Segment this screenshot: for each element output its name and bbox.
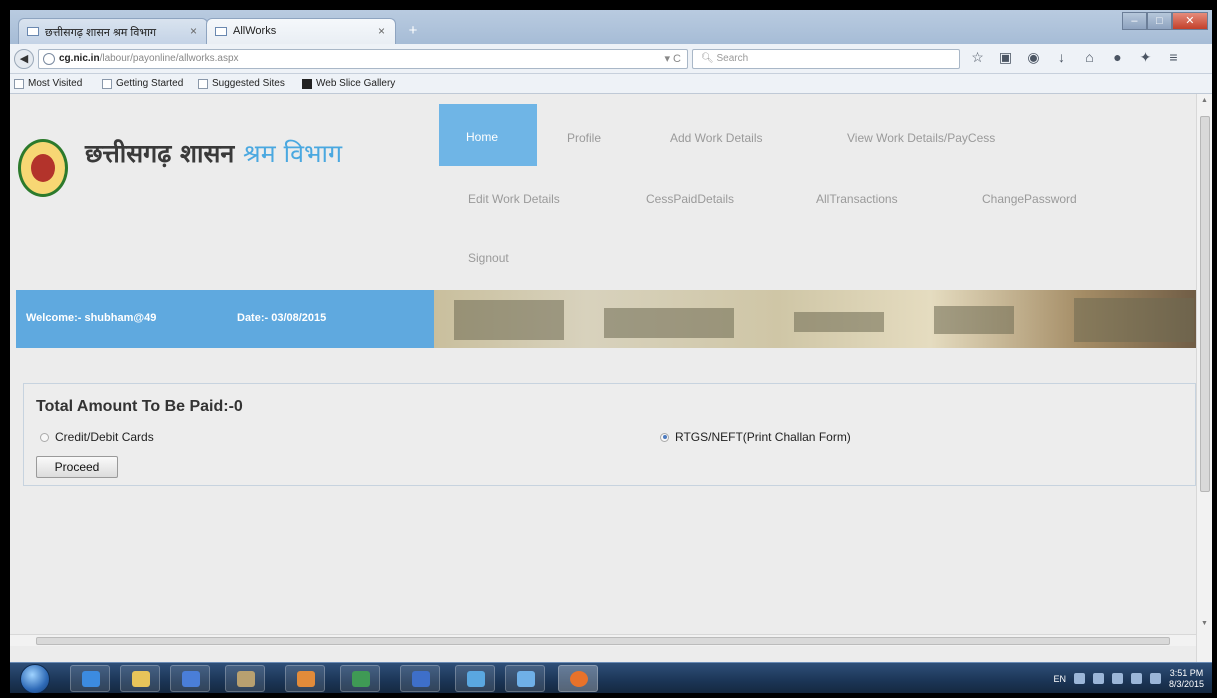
address-bar[interactable]: cg.nic.in/labour/payonline/allworks.aspx… [38, 49, 688, 69]
firefox-taskbar-icon[interactable] [558, 665, 598, 692]
navigation-bar: ◀ cg.nic.in/labour/payonline/allworks.as… [10, 44, 1212, 74]
close-tab-icon[interactable]: × [190, 24, 197, 38]
bookmark-suggested-sites[interactable]: Suggested Sites [198, 78, 285, 89]
folder-icon [14, 79, 24, 89]
media-player-taskbar-icon[interactable] [170, 665, 210, 692]
tab-strip: छत्तीसगढ़ शासन श्रम विभाग × AllWorks × +… [10, 10, 1212, 44]
horizontal-scrollbar[interactable] [10, 634, 1196, 646]
word-taskbar-icon[interactable] [400, 665, 440, 692]
bookmark-getting-started[interactable]: Getting Started [102, 78, 183, 89]
home-icon[interactable]: ⌂ [1082, 50, 1097, 65]
reload-icon[interactable]: ▾ C [664, 52, 681, 65]
site-header: छत्तीसगढ़ शासन श्रम विभाग Home Profile A… [10, 94, 1196, 290]
chat-icon[interactable]: ● [1110, 50, 1125, 65]
tab-home-page[interactable]: छत्तीसगढ़ शासन श्रम विभाग × [18, 18, 208, 44]
nav-profile[interactable]: Profile [567, 131, 601, 145]
minimize-button[interactable]: ‒ [1122, 12, 1147, 30]
volume-icon[interactable] [1149, 673, 1161, 684]
page-icon [27, 27, 39, 36]
menu-icon[interactable]: ≡ [1166, 50, 1181, 65]
scroll-thumb[interactable] [36, 637, 1170, 645]
security-icon[interactable] [1092, 673, 1104, 684]
nav-edit-work-details[interactable]: Edit Work Details [468, 192, 560, 206]
scroll-thumb[interactable] [1200, 116, 1210, 492]
page-icon [102, 79, 112, 89]
back-button[interactable]: ◀ [14, 49, 34, 69]
ie-taskbar-icon[interactable] [70, 665, 110, 692]
paint-taskbar-icon[interactable] [285, 665, 325, 692]
explorer-taskbar-icon[interactable] [120, 665, 160, 692]
tab-allworks[interactable]: AllWorks × [206, 18, 396, 44]
bookmarks-bar: Most Visited Getting Started Suggested S… [10, 74, 1212, 94]
scroll-up-icon[interactable]: ▲ [1201, 97, 1208, 104]
pocket-icon[interactable]: ◉ [1026, 50, 1041, 65]
url-host: cg.nic.in [59, 53, 100, 64]
date-text: Date:- 03/08/2015 [237, 312, 327, 324]
system-tray: EN 3:51 PM 8/3/2015 [1053, 665, 1204, 692]
search-input[interactable]: 🔍︎ Search [692, 49, 960, 69]
flag-icon[interactable] [1111, 673, 1123, 684]
search-placeholder: Search [716, 53, 749, 64]
search-icon: 🔍︎ [701, 53, 717, 64]
excel-taskbar-icon[interactable] [340, 665, 380, 692]
close-window-button[interactable]: ✕ [1171, 12, 1208, 30]
credit-debit-option[interactable]: Credit/Debit Cards [40, 430, 154, 444]
nav-home[interactable]: Home [439, 104, 537, 166]
close-tab-icon[interactable]: × [378, 24, 385, 38]
nav-all-transactions[interactable]: AllTransactions [816, 192, 898, 206]
browser-window: छत्तीसगढ़ शासन श्रम विभाग × AllWorks × +… [10, 10, 1212, 693]
display-icon[interactable] [1130, 673, 1142, 684]
network-icon[interactable] [1073, 673, 1085, 684]
nav-add-work-details[interactable]: Add Work Details [670, 131, 762, 145]
proceed-button[interactable]: Proceed [36, 456, 118, 478]
language-indicator[interactable]: EN [1053, 674, 1066, 684]
bookmarks-icon[interactable]: ▣ [998, 50, 1013, 65]
maximize-button[interactable]: □ [1146, 12, 1172, 30]
tab-title: छत्तीसगढ़ शासन श्रम विभाग [45, 27, 157, 39]
nav-change-password[interactable]: ChangePassword [982, 192, 1077, 206]
addon-icon[interactable]: ✦ [1138, 50, 1153, 65]
tools-taskbar-icon[interactable] [225, 665, 265, 692]
rtgs-neft-option[interactable]: RTGS/NEFT(Print Challan Form) [660, 430, 851, 444]
welcome-bar: Welcome:- shubham@49 Date:- 03/08/2015 [16, 290, 1196, 348]
notepad-taskbar-icon[interactable] [505, 665, 545, 692]
nav-cess-paid-details[interactable]: CessPaidDetails [646, 192, 734, 206]
scroll-down-icon[interactable]: ▼ [1201, 620, 1208, 627]
clock[interactable]: 3:51 PM 8/3/2015 [1169, 668, 1204, 690]
slice-icon [302, 79, 312, 89]
start-button[interactable] [20, 664, 50, 693]
site-logo-text[interactable]: छत्तीसगढ़ शासन श्रम विभाग [85, 136, 342, 170]
page-icon [215, 27, 227, 36]
windows-taskbar: EN 3:51 PM 8/3/2015 [10, 662, 1212, 693]
radio-credit-debit[interactable] [40, 432, 49, 442]
tab-title: AllWorks [233, 25, 277, 37]
nav-view-work-details[interactable]: View Work Details/PayCess [847, 131, 995, 145]
outlook-taskbar-icon[interactable] [455, 665, 495, 692]
toolbar-icons: ☆ ▣ ◉ ↓ ⌂ ● ✦ ≡ [970, 50, 1181, 65]
state-emblem-icon [18, 139, 68, 197]
bookmark-web-slice-gallery[interactable]: Web Slice Gallery [302, 78, 395, 89]
vertical-scrollbar[interactable]: ▲ ▼ [1196, 94, 1212, 662]
download-icon[interactable]: ↓ [1054, 50, 1069, 65]
banner-image [434, 290, 1196, 348]
web-page: छत्तीसगढ़ शासन श्रम विभाग Home Profile A… [10, 94, 1196, 662]
page-icon [198, 79, 208, 89]
welcome-text: Welcome:- shubham@49 [26, 312, 157, 324]
radio-rtgs-neft[interactable] [660, 432, 669, 442]
new-tab-button[interactable]: + [402, 22, 424, 40]
nav-signout[interactable]: Signout [468, 251, 509, 265]
payment-panel: Total Amount To Be Paid:-0 Credit/Debit … [23, 383, 1196, 486]
window-controls: ‒ □ ✕ [1122, 12, 1208, 30]
total-amount-label: Total Amount To Be Paid:-0 [36, 398, 243, 415]
url-path: /labour/payonline/allworks.aspx [99, 53, 239, 64]
star-icon[interactable]: ☆ [970, 50, 985, 65]
globe-icon [43, 53, 55, 65]
bookmark-most-visited[interactable]: Most Visited [14, 78, 82, 89]
